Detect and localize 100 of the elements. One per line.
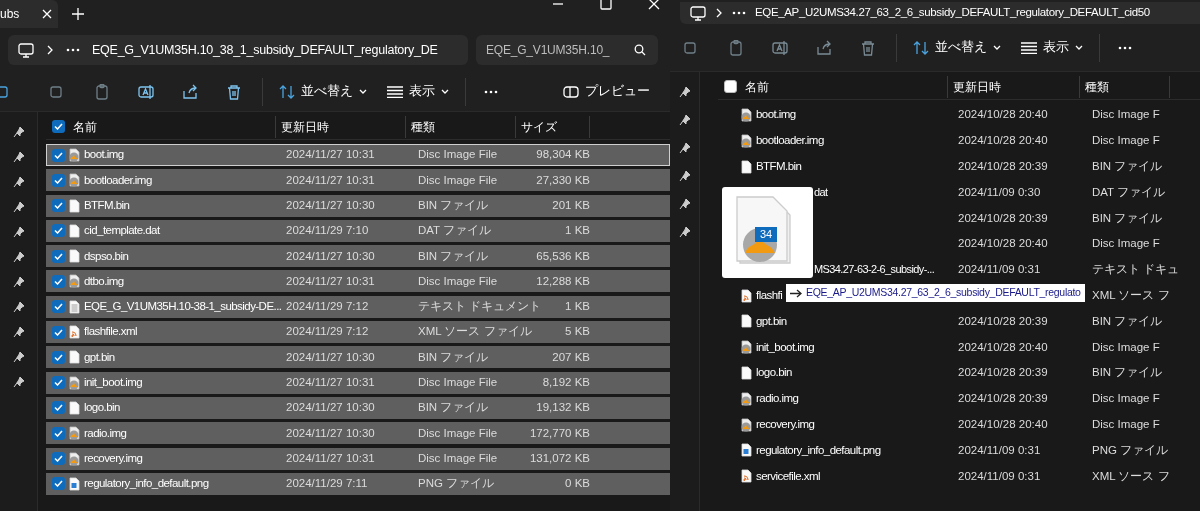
row-checkbox[interactable] bbox=[52, 325, 65, 339]
file-name: recovery.img bbox=[84, 451, 143, 464]
row-checkbox[interactable] bbox=[52, 249, 65, 263]
computer-icon[interactable] bbox=[18, 42, 34, 58]
address-bar[interactable]: EQE_G_V1UM35H.10_38_1_subsidy_DEFAULT_regulatory_DE bbox=[8, 35, 468, 65]
pin-icon[interactable] bbox=[678, 198, 691, 210]
pin-icon[interactable] bbox=[12, 176, 25, 188]
drop-target: EQE_AP_U2UMS34.27_63_2_6_subsidy_DEFAULT_regulato bbox=[806, 285, 1081, 301]
column-header[interactable]: 種類 bbox=[1085, 77, 1109, 96]
trash-icon[interactable] bbox=[860, 39, 876, 56]
file-size: 207 KB bbox=[552, 350, 590, 363]
more-icon[interactable] bbox=[1118, 45, 1132, 50]
file-row[interactable]: dtbo.img 2024/11/27 10:31 Disc Image File 12,288 KB bbox=[46, 270, 670, 293]
file-name: bootloader.img bbox=[84, 173, 152, 186]
chevron-icon[interactable] bbox=[715, 7, 723, 19]
view-button[interactable]: 表示 bbox=[377, 78, 459, 105]
computer-icon[interactable] bbox=[690, 5, 706, 21]
pin-icon[interactable] bbox=[678, 142, 691, 154]
pin-icon[interactable] bbox=[678, 226, 691, 238]
pin-icon[interactable] bbox=[12, 351, 25, 363]
clipboard-icon[interactable] bbox=[94, 83, 110, 100]
share-icon[interactable] bbox=[816, 39, 832, 56]
select-all-checkbox[interactable] bbox=[724, 80, 737, 93]
file-row[interactable]: boot.img 2024/11/27 10:31 Disc Image File 98,304 KB bbox=[46, 144, 670, 166]
file-row[interactable]: bootloader.img 2024/11/27 10:31 Disc Image File 27,330 KB bbox=[46, 169, 670, 192]
file-row[interactable]: init_boot.img 2024/11/27 10:31 Disc Image File 8,192 KB bbox=[46, 371, 670, 394]
row-checkbox[interactable] bbox=[52, 477, 65, 491]
ellipsis-icon[interactable] bbox=[66, 48, 80, 52]
pin-icon[interactable] bbox=[678, 114, 691, 126]
file-row[interactable]: regulatory_info_default.png 2024/11/29 7:11 PNG ファイル 0 KB bbox=[46, 472, 670, 495]
file-type: Disc Image F bbox=[1092, 392, 1160, 405]
pin-icon[interactable] bbox=[12, 376, 25, 388]
close-icon[interactable] bbox=[42, 9, 52, 19]
checkmark-icon bbox=[54, 303, 63, 311]
preview-button[interactable]: プレビュー bbox=[553, 78, 660, 105]
row-checkbox[interactable] bbox=[52, 199, 65, 213]
pin-icon[interactable] bbox=[678, 170, 691, 182]
trash-icon[interactable] bbox=[226, 83, 242, 100]
pin-icon[interactable] bbox=[12, 301, 25, 313]
rename-icon[interactable] bbox=[772, 39, 788, 56]
row-checkbox[interactable] bbox=[52, 224, 65, 238]
file-row[interactable]: EQE_G_V1UM35H.10-38-1_subsidy-DE... 2024/11/29 7:12 テキスト ドキュメント 1 KB bbox=[46, 295, 670, 318]
row-checkbox[interactable] bbox=[52, 452, 65, 466]
modified-date: 2024/10/28 20:40 bbox=[958, 417, 1048, 430]
row-checkbox[interactable] bbox=[52, 426, 65, 440]
pin-icon[interactable] bbox=[678, 86, 691, 98]
more-icon[interactable] bbox=[484, 89, 498, 94]
file-row[interactable]: logo.bin 2024/11/27 10:30 BIN ファイル 19,132 KB bbox=[46, 396, 670, 419]
address-bar[interactable]: EQE_AP_U2UMS34.27_63_2_6_subsidy_DEFAULT_regulatory_DEFAULT_cid50 bbox=[680, 2, 1200, 24]
row-checkbox[interactable] bbox=[52, 401, 65, 415]
view-button[interactable]: 表示 bbox=[1011, 34, 1093, 61]
sort-button[interactable]: 並べ替え bbox=[903, 34, 1011, 61]
column-header[interactable]: 名前 bbox=[745, 77, 769, 96]
row-checkbox[interactable] bbox=[52, 350, 65, 364]
clipboard-icon[interactable] bbox=[728, 39, 744, 56]
file-row[interactable]: flashfile.xml 2024/11/29 7:12 XML ソース ファイル 5 KB bbox=[46, 321, 670, 344]
pin-icon[interactable] bbox=[12, 326, 25, 338]
maximize-icon[interactable] bbox=[600, 0, 612, 10]
file-row[interactable]: BTFM.bin 2024/11/27 10:30 BIN ファイル 201 KB bbox=[46, 194, 670, 217]
share-icon[interactable] bbox=[182, 83, 198, 100]
select-all-checkbox[interactable] bbox=[52, 120, 65, 133]
column-header[interactable]: サイズ bbox=[521, 117, 557, 136]
column-header[interactable]: 更新日時 bbox=[953, 77, 1001, 96]
column-header[interactable]: 種類 bbox=[411, 117, 435, 136]
rename-icon[interactable] bbox=[138, 83, 154, 100]
chevron-icon[interactable] bbox=[46, 44, 54, 56]
file-row[interactable]: radio.img 2024/11/27 10:30 Disc Image File 172,770 KB bbox=[46, 422, 670, 445]
plus-icon[interactable] bbox=[72, 8, 84, 20]
close-icon[interactable] bbox=[648, 0, 660, 10]
file-name: cid_template.dat bbox=[84, 224, 160, 237]
pin-icon[interactable] bbox=[12, 251, 25, 263]
pin-icon[interactable] bbox=[12, 276, 25, 288]
file-row[interactable]: cid_template.dat 2024/11/29 7:10 DAT ファイル 1 KB bbox=[46, 219, 670, 242]
pin-icon[interactable] bbox=[12, 226, 25, 238]
ellipsis-icon[interactable] bbox=[732, 11, 746, 15]
column-header[interactable]: 名前 bbox=[73, 117, 97, 136]
disc-image-icon bbox=[739, 391, 753, 406]
row-checkbox[interactable] bbox=[52, 300, 65, 314]
search-field[interactable]: EQE_G_V1UM35H.10_ bbox=[476, 35, 658, 65]
row-checkbox[interactable] bbox=[52, 148, 65, 162]
window-icon[interactable] bbox=[0, 83, 10, 100]
pin-icon[interactable] bbox=[12, 151, 25, 163]
file-type: PNG ファイル bbox=[418, 477, 495, 490]
file-size: 8,192 KB bbox=[542, 376, 590, 389]
search-icon[interactable] bbox=[634, 44, 646, 56]
file-row[interactable]: recovery.img 2024/11/27 10:31 Disc Image File 131,072 KB bbox=[46, 447, 670, 470]
row-checkbox[interactable] bbox=[52, 173, 65, 187]
checkmark-icon bbox=[54, 353, 63, 361]
disc-image-icon bbox=[67, 375, 81, 390]
pin-icon[interactable] bbox=[12, 201, 25, 213]
row-checkbox[interactable] bbox=[52, 275, 65, 288]
file-type: BIN ファイル bbox=[418, 198, 489, 211]
column-header[interactable]: 更新日時 bbox=[281, 117, 329, 136]
file-row[interactable]: gpt.bin 2024/11/27 10:30 BIN ファイル 207 KB bbox=[46, 346, 670, 369]
modified-date: 2024/11/27 10:30 bbox=[286, 426, 375, 439]
sort-button[interactable]: 並べ替え bbox=[269, 78, 377, 105]
row-checkbox[interactable] bbox=[52, 376, 65, 390]
tab[interactable]: ubs bbox=[0, 0, 58, 28]
pin-icon[interactable] bbox=[12, 126, 25, 138]
file-row[interactable]: dspso.bin 2024/11/27 10:30 BIN ファイル 65,536 KB bbox=[46, 245, 670, 268]
